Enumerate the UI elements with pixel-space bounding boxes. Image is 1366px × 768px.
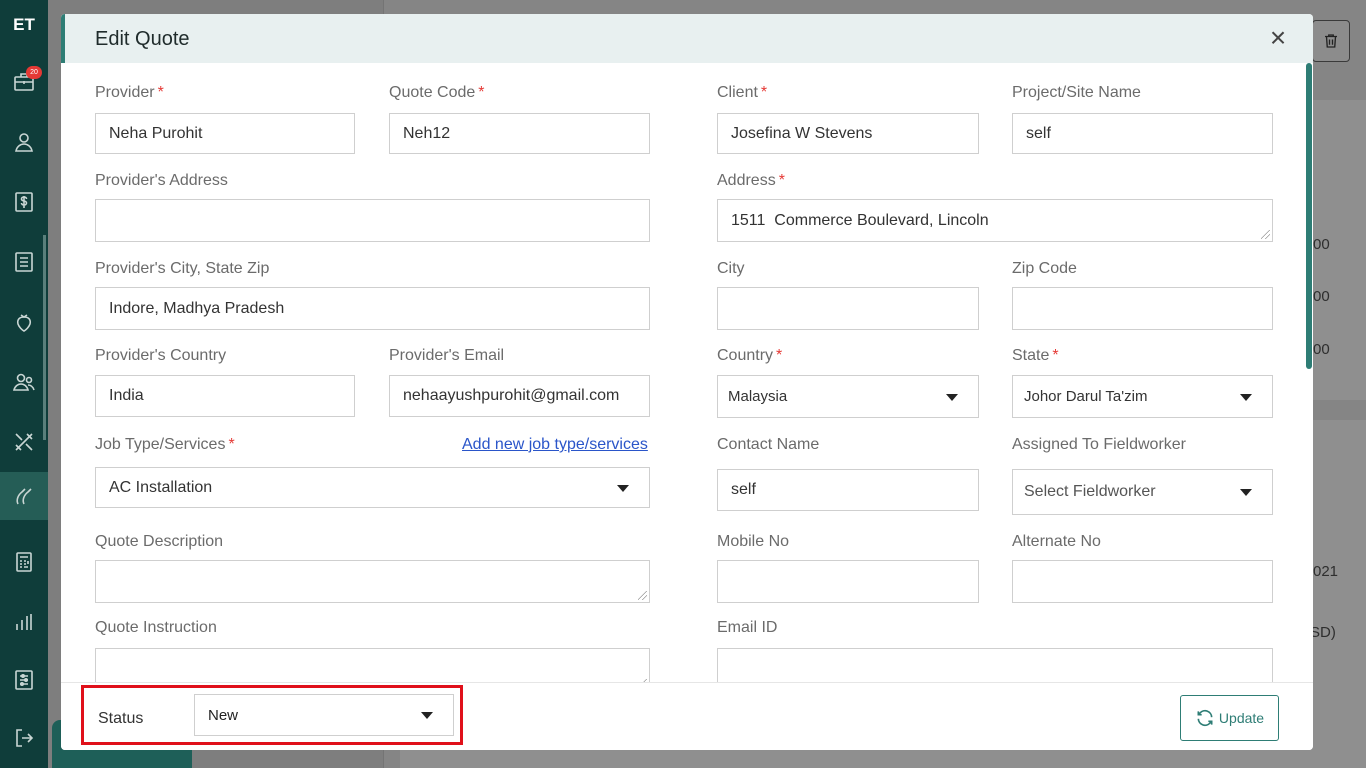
quote-description-label: Quote Description [95, 533, 224, 550]
alternate-no-label: Alternate No [1012, 533, 1101, 550]
resize-handle[interactable] [1261, 230, 1270, 239]
provider-country-input[interactable]: India [95, 375, 355, 417]
state-label: State * [1012, 347, 1059, 364]
client-label: Client * [717, 84, 768, 101]
background-value: SD) [1310, 624, 1336, 641]
city-label: City [717, 260, 745, 277]
background-value: 00 [1313, 288, 1330, 305]
app-logo[interactable]: ET [0, 0, 48, 50]
logout-icon[interactable] [0, 714, 48, 762]
mobile-no-label: Mobile No [717, 533, 790, 550]
provider-country-label: Provider's Country [95, 347, 227, 364]
quote-code-input[interactable]: Neh12 [389, 113, 650, 154]
modal-header: Edit Quote × [61, 14, 1313, 63]
briefcase-icon[interactable]: 20 [0, 58, 48, 106]
provider-email-label: Provider's Email [389, 347, 505, 364]
chevron-down-icon [1240, 489, 1252, 496]
sliders-icon[interactable] [0, 656, 48, 704]
provider-input[interactable]: Neha Purohit [95, 113, 355, 154]
background-value: 00 [1313, 236, 1330, 253]
address-textarea[interactable]: 1511 Commerce Boulevard, Lincoln [717, 199, 1273, 242]
chevron-down-icon [1240, 393, 1252, 401]
email-id-label: Email ID [717, 619, 778, 636]
status-highlight-box: Status New [81, 685, 463, 745]
chart-icon[interactable] [0, 598, 48, 646]
list-icon[interactable] [0, 238, 48, 286]
mobile-no-input[interactable] [717, 560, 979, 603]
edit-quote-modal: Edit Quote × Provider * Neha Purohit Quot… [61, 14, 1313, 750]
users-icon[interactable] [0, 358, 48, 406]
delete-button[interactable] [1312, 20, 1350, 62]
zip-code-label: Zip Code [1012, 260, 1077, 277]
city-input[interactable] [717, 287, 979, 330]
status-select[interactable]: New [194, 694, 454, 736]
provider-email-input[interactable]: nehaayushpurohit@gmail.com [389, 375, 650, 417]
resize-handle[interactable] [638, 591, 647, 600]
background-value: 021 [1313, 563, 1339, 580]
state-select[interactable]: Johor Darul Ta'zim [1012, 375, 1273, 418]
chevron-down-icon [946, 393, 958, 401]
modal-scrollbar[interactable] [1305, 63, 1313, 694]
job-type-select[interactable]: AC Installation [95, 467, 650, 508]
sidebar: ET 20 [0, 0, 48, 768]
job-type-label: Job Type/Services * [95, 436, 235, 453]
update-button[interactable]: Update [1180, 695, 1279, 741]
contact-name-label: Contact Name [717, 436, 820, 453]
chevron-down-icon [421, 712, 433, 719]
provider-label: Provider * [95, 84, 164, 101]
status-label: Status [98, 710, 144, 727]
zip-code-input[interactable] [1012, 287, 1273, 330]
fuel-icon[interactable] [0, 472, 48, 520]
dollar-icon[interactable] [0, 178, 48, 226]
address-label: Address * [717, 172, 785, 189]
sidebar-scrollbar[interactable] [43, 235, 46, 440]
background-value: 00 [1313, 341, 1330, 358]
fieldworker-select[interactable]: Select Fieldworker [1012, 469, 1273, 515]
update-label: Update [1218, 710, 1265, 726]
trash-icon [1325, 34, 1337, 48]
close-icon[interactable]: × [1265, 24, 1291, 52]
notification-badge: 20 [26, 66, 42, 79]
modal-title: Edit Quote [95, 28, 190, 50]
provider-city-input[interactable]: Indore, Madhya Pradesh [95, 287, 650, 330]
provider-city-label: Provider's City, State Zip [95, 260, 270, 277]
alternate-no-input[interactable] [1012, 560, 1273, 603]
assigned-to-label: Assigned To Fieldworker [1012, 436, 1187, 453]
quote-code-label: Quote Code * [389, 84, 485, 101]
provider-address-label: Provider's Address [95, 172, 228, 189]
modal-footer: Status New Update [61, 682, 1313, 750]
client-input[interactable]: Josefina W Stevens [717, 113, 979, 154]
quote-instruction-label: Quote Instruction [95, 619, 217, 636]
project-site-input[interactable]: self [1012, 113, 1273, 154]
chevron-down-icon [617, 484, 629, 492]
quote-description-textarea[interactable] [95, 560, 650, 603]
project-site-label: Project/Site Name [1012, 84, 1141, 101]
contact-name-input[interactable]: self [717, 469, 979, 511]
calculator-icon[interactable] [0, 538, 48, 586]
scrollbar-thumb[interactable] [1306, 63, 1312, 369]
provider-address-input[interactable] [95, 199, 650, 242]
country-select[interactable]: Malaysia [717, 375, 979, 418]
country-label: Country * [717, 347, 783, 364]
user-icon[interactable] [0, 118, 48, 166]
strawberry-icon[interactable] [0, 298, 48, 346]
tools-icon[interactable] [0, 418, 48, 466]
add-job-type-link[interactable]: Add new job type/services [462, 436, 648, 454]
refresh-icon [1197, 709, 1213, 727]
